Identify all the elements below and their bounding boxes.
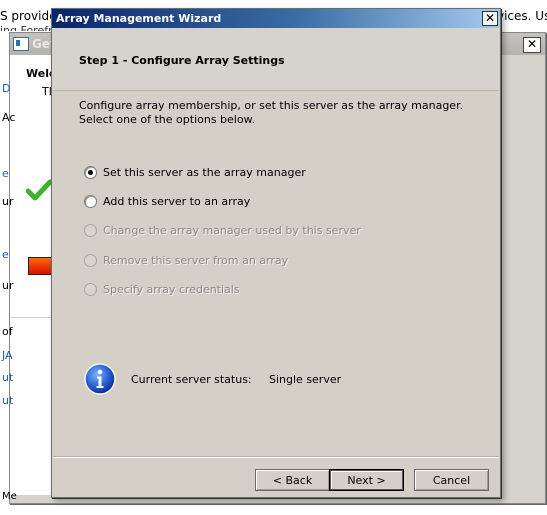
option-label: Add this server to an array — [103, 194, 251, 208]
link-fragment[interactable]: JA — [2, 349, 13, 362]
radio-specify-credentials — [84, 282, 97, 296]
server-status-label: Current server status: — [131, 373, 252, 386]
link-fragment[interactable]: e — [2, 248, 9, 261]
text-fragment: Ac — [2, 111, 16, 124]
radio-change-array-manager — [84, 223, 97, 237]
wizard-title-bar[interactable]: Array Management Wizard ✕ — [52, 9, 500, 28]
option-set-array-manager[interactable]: Set this server as the array manager — [84, 164, 306, 180]
window-icon — [13, 37, 29, 51]
option-label: Specify array credentials — [103, 282, 240, 296]
cancel-button[interactable]: Cancel — [414, 469, 489, 491]
text-fragment: of — [2, 325, 13, 338]
step-title: Step 1 - Configure Array Settings — [79, 54, 285, 67]
warning-gradient-icon — [28, 257, 52, 275]
description-line-2: Select one of the options below. — [79, 113, 256, 126]
link-fragment[interactable]: e — [2, 167, 9, 180]
option-label: Remove this server from an array — [103, 253, 289, 267]
radio-set-array-manager[interactable] — [84, 165, 97, 179]
link-fragment[interactable]: ut — [2, 371, 13, 384]
next-button[interactable]: Next > — [329, 469, 404, 491]
text-fragment: Me — [2, 491, 17, 502]
getting-started-close-button[interactable]: ✕ — [523, 37, 541, 53]
footer-divider — [53, 456, 499, 458]
array-management-wizard: Array Management Wizard ✕ Step 1 - Confi… — [51, 8, 501, 498]
wizard-title: Array Management Wizard — [56, 12, 222, 25]
back-button[interactable]: < Back — [255, 469, 330, 491]
wizard-close-button[interactable]: ✕ — [482, 11, 498, 26]
divider — [10, 317, 55, 318]
option-remove-from-array: Remove this server from an array — [84, 252, 288, 268]
info-icon — [84, 363, 116, 395]
server-status-value: Single server — [269, 373, 342, 386]
getting-started-content: Welc Tl D Ac e ur e ur of JA ut ut Me — [2, 55, 56, 502]
background-top-text-right: vices. Use — [497, 9, 547, 23]
step-description: Configure array membership, or set this … — [79, 99, 479, 127]
text-fragment: ur — [2, 279, 14, 292]
option-label: Set this server as the array manager — [103, 165, 306, 179]
link-fragment[interactable]: D — [2, 82, 10, 95]
option-specify-credentials: Specify array credentials — [84, 281, 240, 297]
text-fragment: ur — [2, 195, 14, 208]
option-label: Change the array manager used by this se… — [103, 223, 361, 237]
radio-add-to-array[interactable] — [84, 194, 97, 208]
option-add-to-array[interactable]: Add this server to an array — [84, 193, 250, 209]
link-fragment[interactable]: ut — [2, 394, 13, 407]
radio-remove-from-array — [84, 253, 97, 267]
option-change-array-manager: Change the array manager used by this se… — [84, 222, 361, 238]
description-line-1: Configure array membership, or set this … — [79, 99, 464, 112]
check-icon — [26, 179, 52, 201]
